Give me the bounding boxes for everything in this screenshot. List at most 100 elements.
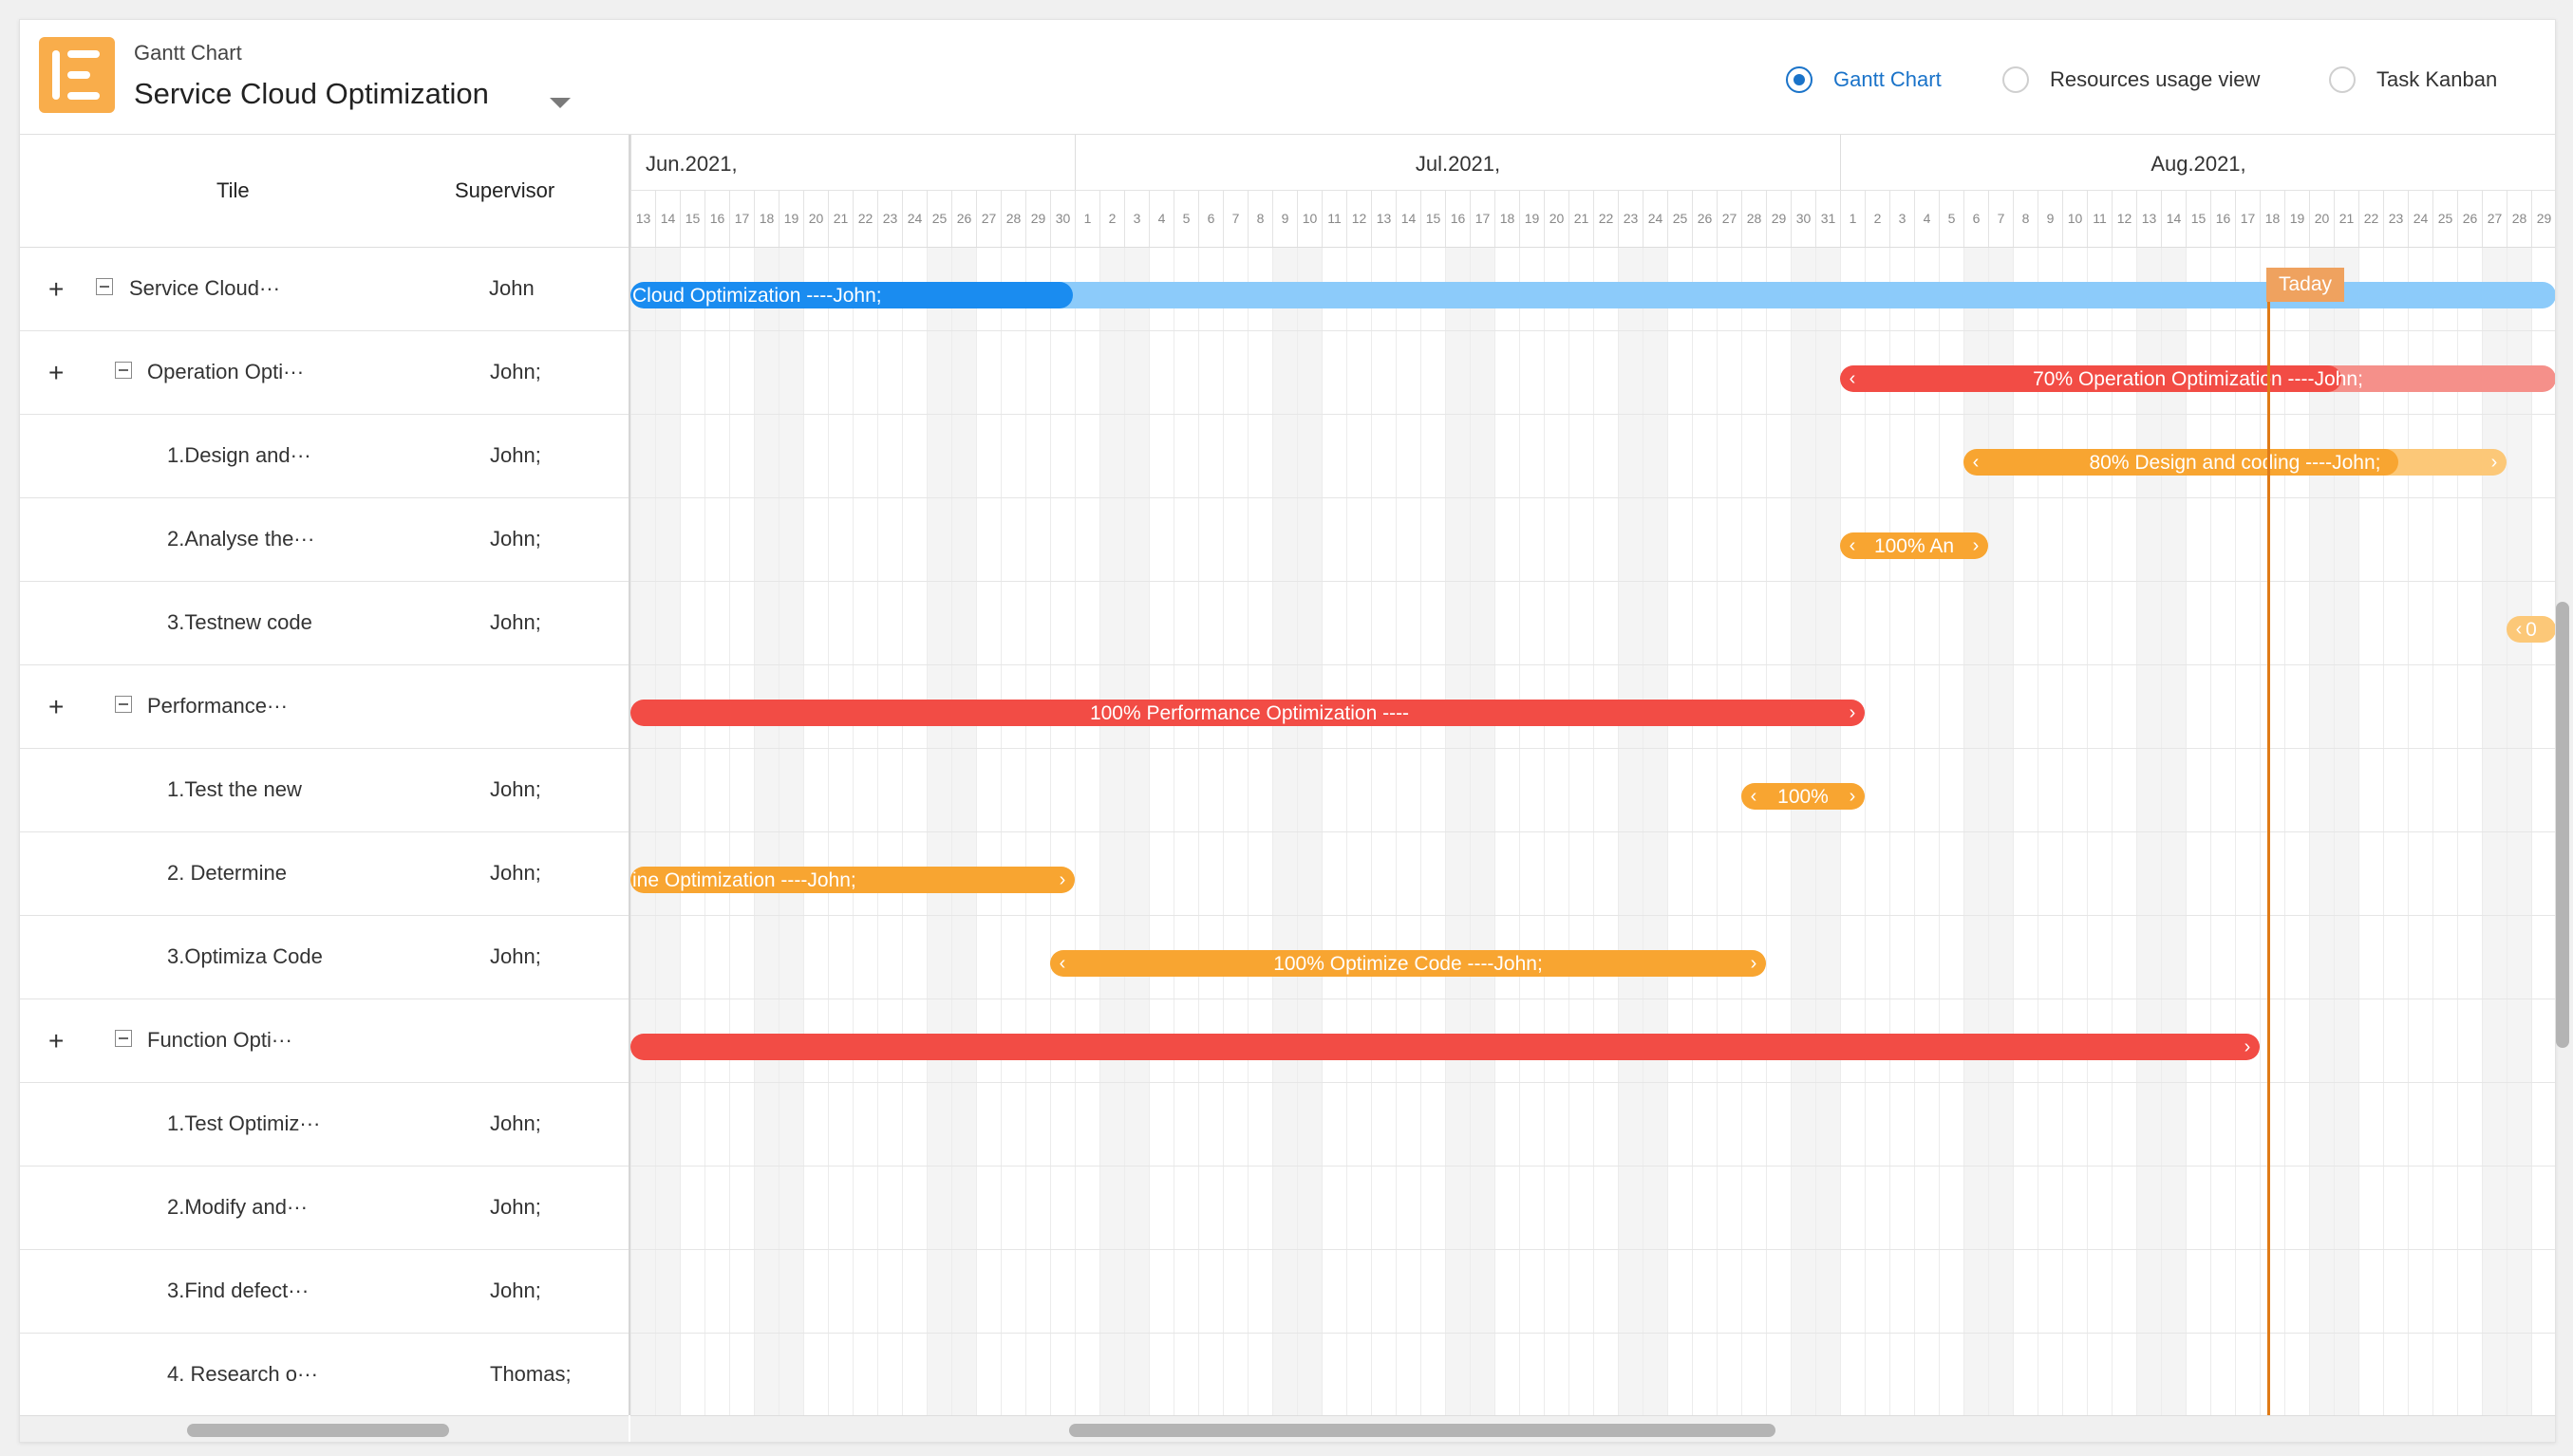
table-row[interactable]: 2.Analyse the··· John;	[20, 498, 629, 582]
day-label: 18	[754, 191, 779, 247]
task-supervisor: John;	[490, 861, 541, 885]
radio-selected-icon[interactable]	[1786, 66, 1812, 93]
table-row[interactable]: 4. Research o··· Thomas;	[20, 1334, 629, 1415]
resize-left-chevron-icon[interactable]: ‹	[1745, 783, 1762, 810]
day-label: 4	[1149, 191, 1174, 247]
task-bar[interactable]: ine Optimization ----John; ›	[630, 867, 1075, 893]
day-label: 27	[2482, 191, 2507, 247]
resize-right-chevron-icon[interactable]: ›	[2239, 1034, 2256, 1060]
task-bar[interactable]: 0 ‹	[2507, 616, 2555, 643]
add-subtask-plus-icon[interactable]: +	[48, 694, 64, 720]
day-label: 11	[2087, 191, 2112, 247]
collapse-minus-icon[interactable]	[115, 696, 132, 713]
table-row[interactable]: + Operation Opti··· John;	[20, 331, 629, 415]
collapse-minus-icon[interactable]	[115, 362, 132, 379]
timeline-scroll-thumb[interactable]	[1069, 1424, 1775, 1437]
table-row[interactable]: 2.Modify and··· John;	[20, 1167, 629, 1250]
project-dropdown-chevron-icon[interactable]	[550, 98, 571, 108]
task-supervisor: John;	[490, 527, 541, 551]
day-label: 9	[1272, 191, 1297, 247]
add-subtask-plus-icon[interactable]: +	[48, 360, 64, 386]
task-supervisor: John;	[490, 1111, 541, 1135]
day-label: 11	[1322, 191, 1346, 247]
task-bar[interactable]: ›	[630, 1034, 2260, 1060]
task-bar[interactable]: 80% Design and coding ----John; ‹ ›	[1963, 449, 2507, 476]
table-row[interactable]: 3.Testnew code John;	[20, 582, 629, 665]
task-bar[interactable]: 100% An ‹ ›	[1840, 532, 1988, 559]
day-label: 12	[2112, 191, 2136, 247]
table-row[interactable]: 2. Determine John;	[20, 832, 629, 916]
table-row[interactable]: 3.Optimiza Code John;	[20, 916, 629, 999]
resize-right-chevron-icon[interactable]: ›	[1967, 532, 1984, 559]
view-radio-task-kanban[interactable]: Task Kanban	[2329, 63, 2497, 97]
task-name: 3.Optimiza Code	[167, 944, 323, 968]
table-scroll-thumb[interactable]	[187, 1424, 449, 1437]
task-bar[interactable]: 100% Performance Optimization ---- ›	[630, 700, 1865, 726]
table-row[interactable]: + Function Opti···	[20, 999, 629, 1083]
task-bar[interactable]: 100% ‹ ›	[1741, 783, 1865, 810]
resize-right-chevron-icon[interactable]: ›	[1844, 783, 1861, 810]
day-label: 24	[902, 191, 927, 247]
day-label: 31	[1815, 191, 1840, 247]
radio-unselected-icon[interactable]	[2329, 66, 2356, 93]
project-title: Service Cloud Optimization	[134, 77, 489, 110]
table-row[interactable]: 1.Design and··· John;	[20, 415, 629, 498]
day-label: 27	[1717, 191, 1741, 247]
task-bar-label: 100% Optimize Code ----John;	[1273, 953, 1543, 975]
task-bar-progress	[630, 1034, 2260, 1060]
view-radio-label: Gantt Chart	[1833, 67, 1942, 91]
resize-left-chevron-icon[interactable]: ‹	[1844, 532, 1861, 559]
gantt-timeline: Jun.2021, Jul.2021, Aug.2021, 13 14 15 16 17 18…	[630, 135, 2555, 1415]
gantt-app: Gantt Chart Service Cloud Optimization G…	[19, 19, 2556, 1443]
gantt-logo-icon	[39, 37, 115, 113]
table-horizontal-scrollbar[interactable]	[20, 1415, 629, 1442]
column-header-title[interactable]: Tile	[216, 178, 250, 203]
grid-row-line	[630, 664, 2555, 665]
task-name: Service Cloud···	[129, 276, 280, 300]
task-supervisor: John	[489, 276, 535, 300]
day-label: 16	[2210, 191, 2235, 247]
resize-left-chevron-icon[interactable]: ‹	[1967, 449, 1984, 476]
resize-right-chevron-icon[interactable]: ›	[1844, 700, 1861, 726]
add-subtask-plus-icon[interactable]: +	[48, 276, 64, 303]
day-label: 20	[2309, 191, 2334, 247]
column-header-supervisor[interactable]: Supervisor	[455, 178, 554, 203]
month-scale: Jun.2021, Jul.2021, Aug.2021,	[630, 135, 2555, 191]
grid-row-line	[630, 831, 2555, 832]
day-label: 3	[1124, 191, 1149, 247]
day-label: 15	[1420, 191, 1445, 247]
table-row[interactable]: 1.Test the new John;	[20, 749, 629, 832]
collapse-minus-icon[interactable]	[115, 1030, 132, 1047]
add-subtask-plus-icon[interactable]: +	[48, 1028, 64, 1055]
resize-right-chevron-icon[interactable]: ›	[1054, 867, 1071, 893]
table-row[interactable]: 3.Find defect··· John;	[20, 1250, 629, 1334]
radio-unselected-icon[interactable]	[2002, 66, 2029, 93]
collapse-minus-icon[interactable]	[96, 278, 113, 295]
day-label: 25	[1667, 191, 1692, 247]
day-label: 7	[1988, 191, 2013, 247]
resize-left-chevron-icon[interactable]: ‹	[1054, 950, 1071, 977]
view-radio-resources-usage[interactable]: Resources usage view	[2002, 63, 2260, 97]
task-bar[interactable]: 100% Optimize Code ----John; ‹ ›	[1050, 950, 1766, 977]
vertical-scrollbar-thumb[interactable]	[2556, 602, 2569, 1048]
day-label: 30	[1791, 191, 1815, 247]
day-label: 8	[2013, 191, 2038, 247]
month-label: Jul.2021,	[1075, 135, 1840, 190]
table-row[interactable]: 1.Test Optimiz··· John;	[20, 1083, 629, 1167]
day-label: 21	[828, 191, 853, 247]
task-name: 1.Design and···	[167, 443, 311, 467]
resize-left-chevron-icon[interactable]: ‹	[1844, 365, 1861, 392]
resize-left-chevron-icon[interactable]: ‹	[2510, 616, 2527, 643]
table-row[interactable]: + Performance···	[20, 665, 629, 749]
day-label: 18	[1494, 191, 1519, 247]
timeline-horizontal-scrollbar[interactable]	[630, 1415, 2555, 1442]
resize-right-chevron-icon[interactable]: ›	[2486, 449, 2503, 476]
task-bar-label: 100% Performance Optimization ----	[1089, 702, 1410, 724]
task-bar[interactable]: 70% Operation Optimization ----John; ‹	[1840, 365, 2555, 392]
view-radio-gantt-chart[interactable]: Gantt Chart	[1786, 63, 1942, 97]
resize-right-chevron-icon[interactable]: ›	[1745, 950, 1762, 977]
table-row[interactable]: + Service Cloud··· John	[20, 248, 629, 331]
timeline-header: Jun.2021, Jul.2021, Aug.2021, 13 14 15 16 17 18…	[630, 135, 2555, 248]
day-label: 24	[1643, 191, 1667, 247]
day-label: 5	[1939, 191, 1963, 247]
